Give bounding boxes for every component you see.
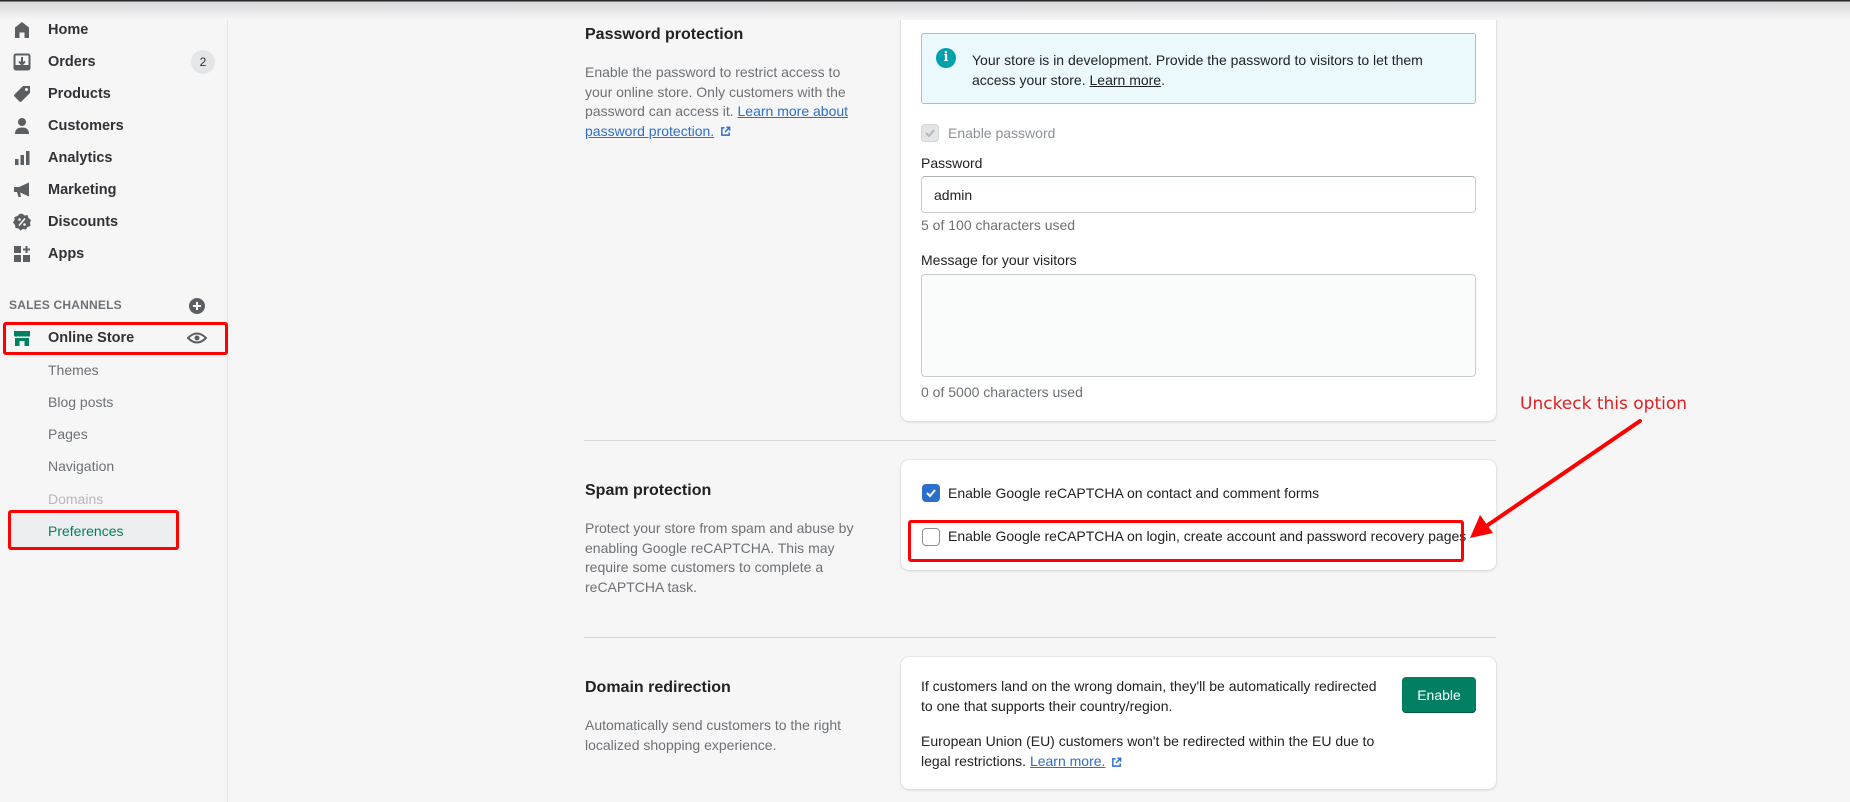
sidebar-item-discounts[interactable]: Discounts [0,207,228,237]
section-divider [584,637,1496,638]
sidebar-item-label: Products [48,86,111,102]
recaptcha-contact-forms-checkbox[interactable] [922,484,940,502]
sidebar-subitem-themes[interactable]: Themes [48,362,99,378]
sidebar-subitem-blog-posts[interactable]: Blog posts [48,394,113,410]
development-info-banner: i Your store is in development. Provide … [921,33,1476,104]
redirect-section-title: Domain redirection [585,679,731,696]
visitor-message-label: Message for your visitors [921,252,1077,268]
sidebar-subitem-navigation[interactable]: Navigation [48,458,114,474]
person-icon [15,118,29,134]
visitor-message-char-count: 0 of 5000 characters used [921,384,1083,400]
recaptcha-login-pages-checkbox[interactable] [922,528,940,546]
sidebar-item-marketing[interactable]: Marketing [0,175,228,205]
password-input[interactable] [921,176,1476,213]
section-divider [584,440,1496,441]
sidebar-item-label: Analytics [48,150,113,166]
sidebar-item-orders[interactable]: Orders 2 [0,47,228,77]
sidebar: Home Orders 2 Products Customers Analyti… [0,0,228,802]
sidebar-item-label: Home [48,22,89,38]
sidebar-item-label: Online Store [48,330,135,346]
sidebar-subitem-domains[interactable]: Domains [48,491,103,507]
sidebar-item-customers[interactable]: Customers [0,111,228,141]
apps-icon [14,246,30,262]
enable-password-label: Enable password [948,125,1056,141]
tag-icon [14,86,30,102]
sidebar-subitem-pages[interactable]: Pages [48,426,88,442]
enable-password-checkbox[interactable] [921,124,939,142]
sidebar-item-label: Orders [48,54,96,70]
recaptcha-contact-forms-label: Enable Google reCAPTCHA on contact and c… [948,485,1320,501]
sidebar-item-label: Marketing [48,182,117,198]
password-section-title: Password protection [585,26,744,43]
sidebar-item-analytics[interactable]: Analytics [0,143,228,173]
external-link-icon [721,126,731,137]
sidebar-item-products[interactable]: Products [0,79,228,109]
recaptcha-login-pages-label: Enable Google reCAPTCHA on login, create… [948,528,1467,544]
external-link-icon [1112,757,1122,767]
redirect-explanation: If customers land on the wrong domain, t… [921,678,1377,714]
visitor-message-textarea[interactable] [921,274,1476,377]
add-sales-channel-icon[interactable] [189,298,205,314]
password-section-description: Enable the password to restrict access t… [585,64,849,139]
sidebar-item-apps[interactable]: Apps [0,239,228,269]
sidebar-item-label: Customers [48,118,124,134]
enable-redirect-button[interactable]: Enable [1402,677,1476,713]
sidebar-subitem-preferences[interactable]: Preferences [48,523,123,539]
banner-learn-more-link[interactable]: Learn more [1090,72,1162,88]
spam-section-description: Protect your store from spam and abuse b… [585,520,854,595]
annotation-text: Unckeck this option [1520,394,1688,414]
home-icon [15,22,29,38]
sales-channels-header: SALES CHANNELS [9,298,122,312]
top-shadow [0,0,1850,20]
discount-icon [13,213,31,231]
spam-section-title: Spam protection [585,482,712,499]
redirect-learn-more-link[interactable]: Learn more. [1030,753,1105,769]
spam-card: Enable Google reCAPTCHA on contact and c… [901,460,1496,570]
password-char-count: 5 of 100 characters used [921,217,1076,233]
password-card: i Your store is in development. Provide … [901,10,1496,421]
orders-count-badge: 2 [191,50,215,74]
sidebar-item-label: Apps [48,246,85,262]
password-field-label: Password [921,155,983,171]
info-icon: i [936,48,956,68]
view-store-eye-icon[interactable] [187,329,207,347]
bar-chart-icon [15,151,30,165]
sidebar-item-online-store[interactable]: Online Store [0,323,228,353]
redirect-card: If customers land on the wrong domain, t… [901,657,1496,789]
redirect-section-description: Automatically send customers to the righ… [585,717,842,753]
redirect-eu-note: European Union (EU) customers won't be r… [921,733,1375,769]
sidebar-item-label: Discounts [48,214,119,230]
orders-icon [13,53,31,71]
store-icon [14,331,30,346]
megaphone-icon [14,182,29,197]
